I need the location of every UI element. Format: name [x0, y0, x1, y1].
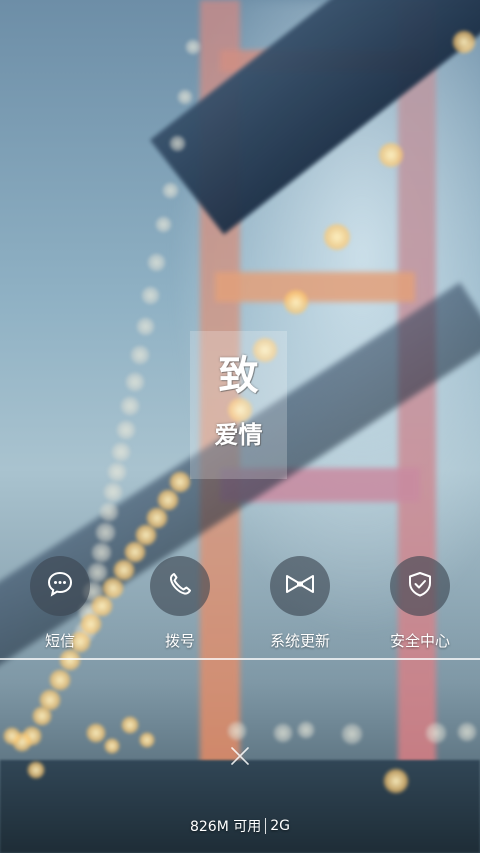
shortcut-system-update[interactable]: 系统更新 [260, 556, 340, 651]
bokeh-light [139, 732, 155, 748]
bokeh-light [140, 285, 160, 305]
lockscreen-title-card: 致 爱情 [190, 331, 287, 479]
bokeh-light [341, 723, 363, 745]
bowtie-update-icon [284, 569, 316, 603]
bokeh-light [94, 521, 116, 543]
bokeh-light [135, 316, 155, 336]
wallpaper-ground [0, 760, 480, 853]
shortcut-label: 系统更新 [269, 632, 330, 650]
bokeh-light [86, 723, 106, 743]
bokeh-light [32, 706, 52, 726]
shortcut-circle[interactable] [30, 556, 90, 616]
bokeh-light [161, 181, 179, 199]
shortcut-dialer[interactable]: 拨号 [140, 556, 220, 651]
bokeh-light [111, 442, 131, 462]
bokeh-light [116, 420, 136, 440]
memory-available-text: 826M 可用 [189, 819, 262, 835]
bokeh-light [125, 372, 145, 392]
bokeh-light [177, 89, 193, 105]
bokeh-light [457, 722, 477, 742]
shortcut-circle[interactable] [150, 556, 210, 616]
bokeh-light [59, 649, 81, 671]
shortcut-label: 拨号 [164, 632, 195, 650]
bokeh-light [297, 721, 315, 739]
bokeh-light [27, 761, 45, 779]
bokeh-light [168, 134, 186, 152]
bokeh-light [227, 721, 247, 741]
bokeh-light [107, 462, 127, 482]
title-sub-text: 爱情 [214, 421, 263, 449]
bokeh-light [383, 768, 409, 794]
status-separator [265, 818, 267, 834]
bokeh-light [185, 39, 201, 55]
shortcut-circle[interactable] [390, 556, 450, 616]
message-bubble-icon [45, 569, 75, 603]
shield-check-icon [405, 569, 435, 603]
bokeh-light [49, 669, 71, 691]
bokeh-light [3, 727, 21, 745]
bokeh-light [120, 396, 140, 416]
shortcut-label: 安全中心 [389, 632, 450, 650]
network-type-text: 2G [270, 818, 291, 834]
bokeh-light [273, 723, 293, 743]
shortcut-circle[interactable] [270, 556, 330, 616]
shortcut-messages[interactable]: 短信 [20, 556, 100, 651]
bokeh-light [154, 215, 172, 233]
bokeh-light [425, 722, 447, 744]
bokeh-light [378, 142, 404, 168]
bokeh-light [146, 252, 166, 272]
shortcut-security-center[interactable]: 安全中心 [380, 556, 460, 651]
shortcut-label: 短信 [44, 632, 75, 650]
bokeh-light [103, 482, 123, 502]
bokeh-light [283, 289, 309, 315]
bridge-crossbeam [215, 272, 415, 302]
bokeh-light [130, 345, 150, 365]
bokeh-light [99, 502, 119, 522]
bokeh-light [452, 30, 476, 54]
title-main-text: 致 [218, 353, 259, 399]
phone-icon [165, 569, 195, 603]
memory-status-bar: 826M 可用 2G [0, 815, 480, 837]
bokeh-light [104, 738, 120, 754]
divider-line [0, 658, 480, 660]
close-icon [230, 746, 250, 770]
bokeh-light [323, 223, 351, 251]
bokeh-light [121, 716, 139, 734]
close-button[interactable] [228, 746, 252, 770]
